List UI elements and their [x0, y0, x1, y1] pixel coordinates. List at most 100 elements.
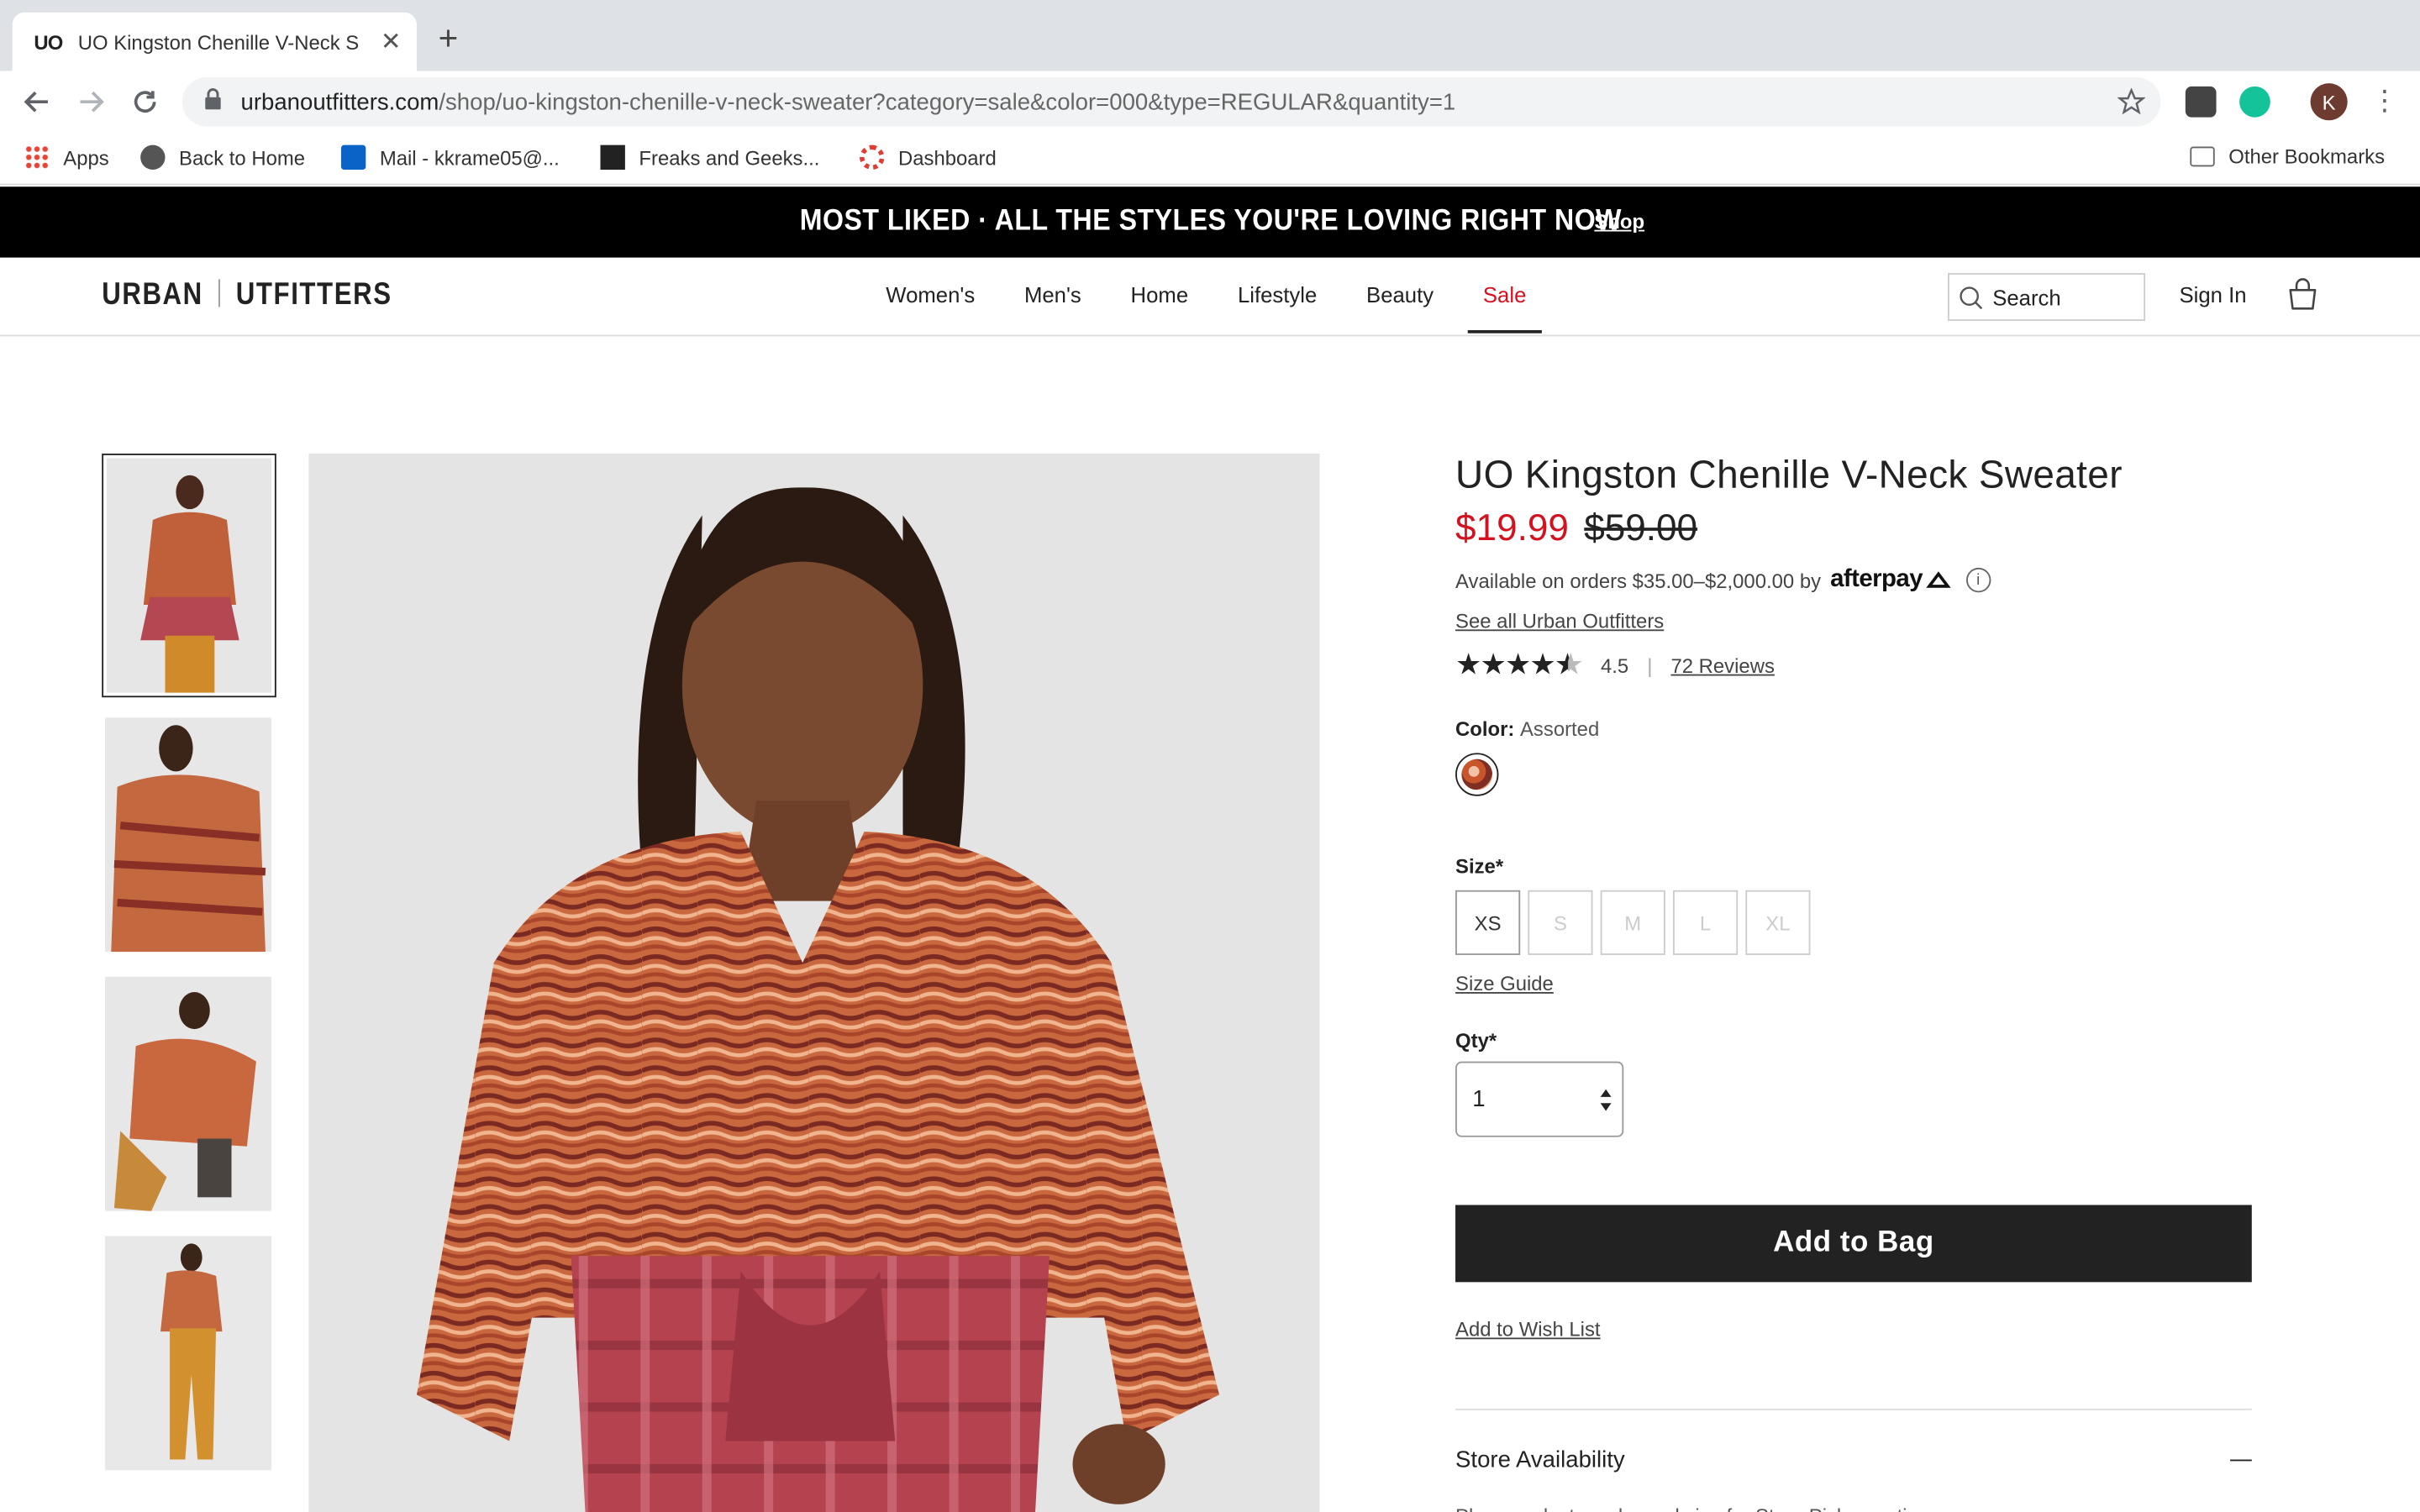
nav-mens[interactable]: Men's	[1000, 282, 1107, 307]
store-pickup-note: Please select a color and size for Store…	[1455, 1504, 2252, 1512]
info-icon[interactable]: i	[1965, 567, 1991, 593]
sign-in-link[interactable]: Sign In	[2179, 282, 2246, 307]
thumbnail-image	[104, 717, 272, 953]
url-path: /shop/uo-kingston-chenille-v-neck-sweate…	[439, 88, 1456, 115]
logo-divider	[218, 279, 221, 307]
promo-text: MOST LIKED · ALL THE STYLES YOU'RE LOVIN…	[798, 205, 1622, 238]
address-bar[interactable]: urbanoutfitters.com/shop/uo-kingston-che…	[182, 76, 2161, 127]
size-guide-link[interactable]: Size Guide	[1455, 972, 1554, 995]
dashboard-icon	[860, 144, 885, 171]
thumbnail-image	[104, 1236, 272, 1471]
promo-shop-link[interactable]: Shop	[1594, 210, 1644, 234]
qty-label: Qty*	[1455, 1029, 1497, 1053]
rating-value: 4.5	[1600, 654, 1629, 678]
back-arrow-icon[interactable]	[18, 83, 55, 120]
url-host: urbanoutfitters.com	[240, 88, 439, 115]
afterpay-info: Available on orders $35.00–$2,000.00 by …	[1455, 566, 2252, 594]
outlook-icon	[340, 144, 366, 171]
thumbnail-2[interactable]	[104, 717, 272, 953]
apps-grid-icon	[24, 144, 50, 171]
size-xs[interactable]: XS	[1455, 890, 1521, 955]
bookmark-mail[interactable]: Mail - kkrame05@...	[340, 144, 560, 171]
new-tab-icon[interactable]: +	[439, 21, 459, 55]
browser-menu-icon[interactable]: ⋮	[2370, 87, 2398, 114]
section-divider	[1455, 1408, 2252, 1410]
bookmark-freaks-and-geeks[interactable]: Freaks and Geeks...	[600, 144, 820, 171]
site-logo[interactable]: URBAN UTFITTERS	[102, 278, 392, 313]
search-input[interactable]: Search	[1947, 273, 2146, 322]
page-root: UO UO Kingston Chenille V-Neck S ✕ + urb…	[0, 0, 2420, 1512]
add-to-bag-button[interactable]: Add to Bag	[1455, 1205, 2252, 1283]
nav-home[interactable]: Home	[1106, 282, 1213, 307]
nav-lifestyle[interactable]: Lifestyle	[1213, 282, 1342, 307]
site-header: URBAN UTFITTERS Women's Men's Home Lifest…	[0, 257, 2420, 337]
other-bookmarks[interactable]: Other Bookmarks	[2190, 144, 2386, 169]
bookmark-apps[interactable]: Apps	[24, 144, 109, 171]
tab-title: UO Kingston Chenille V-Neck S	[77, 29, 360, 54]
quantity-select[interactable]: 1	[1455, 1061, 1624, 1137]
url-text: urbanoutfitters.com/shop/uo-kingston-che…	[241, 89, 1456, 115]
see-all-brand-link[interactable]: See all Urban Outfitters	[1455, 610, 1664, 633]
product-rating: ★★★★★★ 4.5 | 72 Reviews	[1455, 648, 2252, 683]
lock-icon	[203, 87, 222, 117]
sale-price: $19.99	[1455, 507, 1569, 549]
shopping-bag-icon[interactable]	[2286, 278, 2319, 320]
color-swatch-assorted[interactable]	[1455, 753, 1499, 796]
store-availability-toggle[interactable]: Store Availability	[1455, 1447, 2252, 1473]
size-l[interactable]: L	[1673, 890, 1739, 955]
product-photo	[308, 453, 1320, 1512]
size-m[interactable]: M	[1600, 890, 1665, 955]
promo-banner: MOST LIKED · ALL THE STYLES YOU'RE LOVIN…	[0, 186, 2420, 258]
search-placeholder: Search	[1992, 284, 2061, 310]
nav-sale[interactable]: Sale	[1459, 282, 1551, 333]
size-xl[interactable]: XL	[1745, 890, 1811, 955]
product-info: UO Kingston Chenille V-Neck Sweater $19.…	[1455, 454, 2252, 1512]
bookmark-back-to-home[interactable]: Back to Home	[140, 144, 306, 171]
afterpay-badge-icon	[1925, 571, 1951, 590]
bookmark-star-icon[interactable]	[2117, 87, 2146, 123]
tab-favicon: UO	[34, 29, 63, 54]
select-arrows-icon	[1599, 1087, 1613, 1111]
nav-womens[interactable]: Women's	[861, 282, 1000, 307]
nav-beauty[interactable]: Beauty	[1342, 282, 1459, 307]
thumbnail-image	[106, 458, 272, 693]
thumbnail-3[interactable]	[104, 976, 272, 1211]
bookmark-label: Back to Home	[179, 145, 306, 170]
browser-toolbar: urbanoutfitters.com/shop/uo-kingston-che…	[0, 71, 2420, 133]
thumbnail-1[interactable]	[102, 453, 276, 698]
other-bookmarks-label: Other Bookmarks	[2228, 144, 2386, 169]
browser-tab[interactable]: UO UO Kingston Chenille V-Neck S ✕	[12, 12, 417, 71]
store-availability-label: Store Availability	[1455, 1446, 1625, 1474]
collapse-minus-icon[interactable]	[2230, 1459, 2252, 1462]
folder-icon	[2190, 146, 2215, 167]
size-s[interactable]: S	[1528, 890, 1593, 955]
search-icon	[1959, 285, 1983, 309]
extension-icon[interactable]	[2185, 86, 2217, 118]
reviews-link[interactable]: 72 Reviews	[1670, 654, 1774, 678]
bookmark-dashboard[interactable]: Dashboard	[860, 144, 997, 171]
original-price: $59.00	[1584, 507, 1698, 549]
browser-tab-strip: UO UO Kingston Chenille V-Neck S ✕ +	[0, 0, 2420, 71]
bookmark-label: Freaks and Geeks...	[639, 145, 820, 170]
profile-avatar[interactable]: K	[2310, 83, 2348, 121]
reload-icon[interactable]	[127, 83, 164, 120]
thumbnail-4[interactable]	[104, 1236, 272, 1471]
bookmark-label: Dashboard	[897, 145, 997, 170]
afterpay-logo: afterpay	[1830, 566, 1923, 593]
logo-left: URBAN	[102, 277, 203, 312]
rating-divider: |	[1647, 654, 1653, 678]
bookmarks-bar: Apps Back to Home Mail - kkrame05@... Fr…	[0, 132, 2420, 186]
grammarly-icon[interactable]	[2239, 86, 2270, 118]
size-selector: XS S M L XL	[1455, 890, 2252, 955]
color-label-text: Color:	[1455, 717, 1515, 741]
bookmark-label: Apps	[63, 145, 109, 170]
main-product-image[interactable]	[308, 453, 1320, 1512]
afterpay-text: Available on orders $35.00–$2,000.00 by	[1455, 568, 1822, 592]
color-label: Color: Assorted	[1455, 717, 2252, 741]
tab-close-icon[interactable]: ✕	[381, 26, 402, 57]
forward-arrow-icon[interactable]	[72, 83, 109, 120]
logo-right: UTFITTERS	[235, 277, 392, 312]
globe-icon	[140, 144, 166, 171]
qty-value: 1	[1472, 1086, 1486, 1113]
add-to-wish-list-link[interactable]: Add to Wish List	[1455, 1318, 1601, 1341]
